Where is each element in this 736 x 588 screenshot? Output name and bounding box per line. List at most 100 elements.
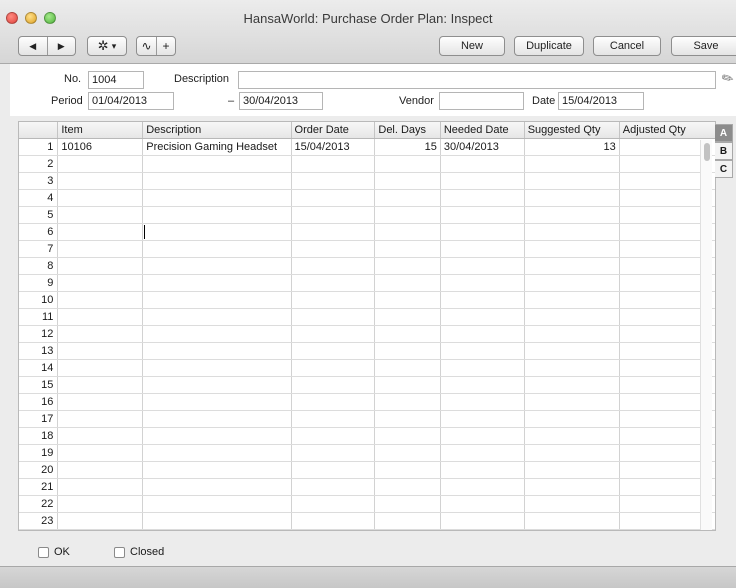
column-header[interactable] xyxy=(19,122,59,139)
table-row[interactable]: 14 xyxy=(19,359,715,377)
table-cell[interactable] xyxy=(374,410,441,428)
description-field[interactable] xyxy=(238,71,716,89)
table-cell[interactable] xyxy=(440,308,525,326)
table-cell[interactable] xyxy=(291,512,376,530)
table-cell[interactable] xyxy=(291,172,376,190)
table-cell[interactable]: 13 xyxy=(524,138,620,156)
next-record-icon[interactable]: ▶ xyxy=(48,37,76,55)
table-cell[interactable] xyxy=(524,240,620,258)
table-cell[interactable] xyxy=(374,359,441,377)
vendor-field[interactable] xyxy=(439,92,524,110)
table-cell[interactable] xyxy=(374,325,441,343)
table-cell[interactable] xyxy=(142,427,292,445)
table-row[interactable]: 6 xyxy=(19,223,715,241)
table-cell[interactable] xyxy=(374,461,441,479)
table-cell[interactable] xyxy=(57,223,144,241)
table-cell[interactable] xyxy=(524,359,620,377)
table-cell[interactable] xyxy=(374,376,441,394)
table-cell[interactable] xyxy=(440,427,525,445)
table-cell[interactable] xyxy=(57,257,144,275)
matrix-scrollbar[interactable] xyxy=(700,140,712,530)
table-cell[interactable] xyxy=(291,240,376,258)
table-cell[interactable] xyxy=(524,444,620,462)
table-cell[interactable] xyxy=(374,512,441,530)
table-cell[interactable] xyxy=(142,155,292,173)
table-cell[interactable] xyxy=(57,189,144,207)
table-cell[interactable] xyxy=(57,376,144,394)
table-cell[interactable] xyxy=(291,308,376,326)
table-cell[interactable] xyxy=(142,223,292,241)
table-cell[interactable] xyxy=(291,155,376,173)
table-row[interactable]: 13 xyxy=(19,342,715,360)
table-cell[interactable] xyxy=(142,393,292,411)
paperclip-icon[interactable]: ✎ xyxy=(719,68,736,89)
table-cell[interactable] xyxy=(57,512,144,530)
table-cell[interactable] xyxy=(142,308,292,326)
table-cell[interactable] xyxy=(291,206,376,224)
table-row[interactable]: 10 xyxy=(19,291,715,309)
table-cell[interactable] xyxy=(57,274,144,292)
table-cell[interactable] xyxy=(142,206,292,224)
new-button[interactable]: New xyxy=(439,36,505,56)
table-cell[interactable] xyxy=(374,155,441,173)
table-cell[interactable] xyxy=(291,410,376,428)
table-cell[interactable] xyxy=(524,461,620,479)
table-cell[interactable] xyxy=(57,393,144,411)
table-cell[interactable] xyxy=(291,359,376,377)
table-cell[interactable] xyxy=(440,495,525,513)
table-cell[interactable] xyxy=(440,512,525,530)
table-cell[interactable] xyxy=(440,274,525,292)
cancel-button[interactable]: Cancel xyxy=(593,36,661,56)
table-cell[interactable]: 15/04/2013 xyxy=(291,138,376,156)
operations-menu-button[interactable]: ✲ ▾ xyxy=(87,36,127,56)
column-header[interactable]: Del. Days xyxy=(374,122,441,139)
table-cell[interactable] xyxy=(374,189,441,207)
table-cell[interactable] xyxy=(291,274,376,292)
table-cell[interactable] xyxy=(291,461,376,479)
table-cell[interactable] xyxy=(440,291,525,309)
previous-record-icon[interactable]: ◀ xyxy=(19,37,47,55)
tab-b[interactable]: B xyxy=(715,142,733,160)
table-cell[interactable] xyxy=(291,376,376,394)
period-from-field[interactable]: 01/04/2013 xyxy=(88,92,174,110)
table-cell[interactable] xyxy=(440,342,525,360)
table-cell[interactable] xyxy=(440,410,525,428)
table-cell[interactable] xyxy=(291,189,376,207)
table-cell[interactable] xyxy=(57,172,144,190)
column-header[interactable]: Order Date xyxy=(291,122,376,139)
table-cell[interactable] xyxy=(57,478,144,496)
table-cell[interactable] xyxy=(57,410,144,428)
table-cell[interactable] xyxy=(524,155,620,173)
table-row[interactable]: 19 xyxy=(19,444,715,462)
table-cell[interactable] xyxy=(291,478,376,496)
table-row[interactable]: 22 xyxy=(19,495,715,513)
table-cell[interactable] xyxy=(524,512,620,530)
table-cell[interactable] xyxy=(374,427,441,445)
table-cell[interactable] xyxy=(374,342,441,360)
table-cell[interactable] xyxy=(524,325,620,343)
table-cell[interactable] xyxy=(142,410,292,428)
table-cell[interactable] xyxy=(440,206,525,224)
table-cell[interactable]: 10106 xyxy=(57,138,144,156)
table-cell[interactable] xyxy=(524,478,620,496)
table-cell[interactable] xyxy=(440,240,525,258)
table-cell[interactable] xyxy=(524,410,620,428)
table-cell[interactable] xyxy=(524,206,620,224)
table-cell[interactable] xyxy=(142,240,292,258)
wave-icon[interactable]: ∿ xyxy=(137,37,156,55)
table-cell[interactable] xyxy=(524,495,620,513)
table-cell[interactable] xyxy=(57,427,144,445)
table-cell[interactable] xyxy=(57,444,144,462)
column-header[interactable]: Adjusted Qty xyxy=(619,122,715,139)
ok-checkbox[interactable]: OK xyxy=(38,546,70,558)
table-cell[interactable] xyxy=(57,359,144,377)
table-row[interactable]: 2 xyxy=(19,155,715,173)
table-row[interactable]: 18 xyxy=(19,427,715,445)
table-cell[interactable] xyxy=(142,478,292,496)
table-cell[interactable] xyxy=(440,155,525,173)
table-cell[interactable] xyxy=(524,308,620,326)
table-cell[interactable] xyxy=(440,257,525,275)
table-row[interactable]: 4 xyxy=(19,189,715,207)
table-cell[interactable] xyxy=(440,359,525,377)
table-cell[interactable] xyxy=(440,461,525,479)
